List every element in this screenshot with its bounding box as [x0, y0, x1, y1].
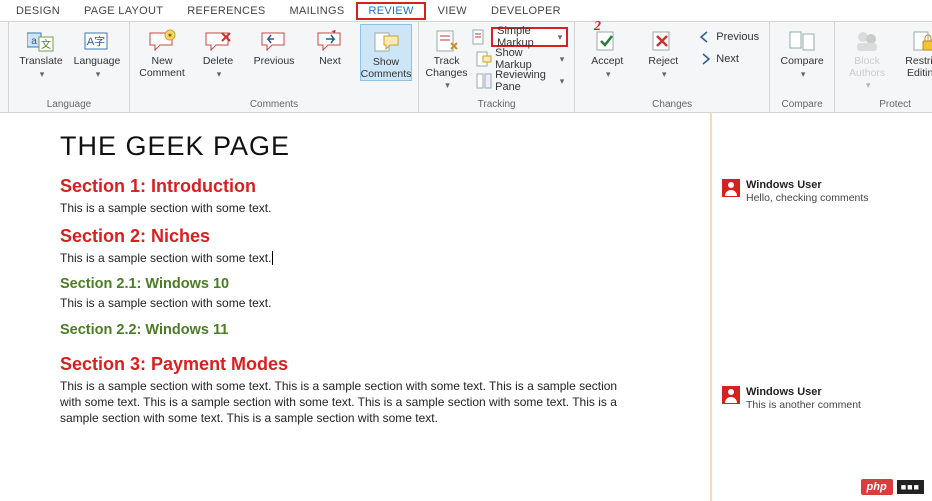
show-comments-button[interactable]: Show Comments: [360, 24, 412, 81]
reviewing-pane-dropdown[interactable]: Reviewing Pane▾: [472, 70, 568, 92]
reviewing-pane-icon: [476, 73, 492, 89]
heading-section-1: Section 1: Introduction: [60, 176, 692, 197]
language-icon: A字: [82, 28, 112, 54]
body-text: This is a sample section with some text.: [60, 250, 620, 266]
group-compare: Compare▾ Compare: [770, 22, 835, 112]
show-markup-icon: [476, 51, 492, 67]
body-text: This is a sample section with some text.: [60, 200, 620, 216]
group-comments: ✶ New Comment Delete▾ Previous: [130, 22, 419, 112]
markup-mode-value: Simple Markup: [497, 25, 552, 49]
markup-mode-dropdown[interactable]: Simple Markup ▾: [472, 26, 568, 48]
group-changes: Accept▾ Reject▾ Previous: [575, 22, 770, 112]
reject-button[interactable]: Reject▾: [637, 24, 689, 79]
next-comment-icon: [315, 28, 345, 54]
heading-section-2-2: Section 2.2: Windows 11: [60, 322, 692, 338]
previous-comment-icon: [259, 28, 289, 54]
previous-comment-button[interactable]: Previous: [248, 24, 300, 68]
avatar-icon: [722, 386, 740, 404]
heading-section-2-1: Section 2.1: Windows 10: [60, 276, 692, 292]
cn-badge: ■■■: [897, 480, 924, 494]
tab-design[interactable]: DESIGN: [4, 2, 72, 20]
body-text: This is a sample section with some text.…: [60, 378, 620, 427]
document-area[interactable]: THE GEEK PAGE Section 1: Introduction Th…: [0, 113, 712, 501]
tab-page-layout[interactable]: PAGE LAYOUT: [72, 2, 175, 20]
tab-review[interactable]: REVIEW: [356, 2, 425, 20]
watermark: php ■■■: [861, 479, 924, 495]
compare-button[interactable]: Compare▾: [776, 24, 828, 79]
comment-text: This is another comment: [746, 399, 861, 411]
svg-text:文: 文: [41, 38, 51, 51]
svg-text:✶: ✶: [167, 31, 174, 40]
comment-item[interactable]: Windows User Hello, checking comments: [712, 173, 932, 210]
comment-text: Hello, checking comments: [746, 192, 869, 204]
block-authors-button: Block Authors▾: [841, 24, 893, 91]
restrict-editing-button[interactable]: Restrict Editing: [897, 24, 932, 79]
previous-change-icon: [697, 29, 713, 45]
next-comment-button[interactable]: Next: [304, 24, 356, 68]
group-label-comments: Comments: [136, 98, 412, 112]
translate-icon: a文: [26, 28, 56, 54]
previous-change-button[interactable]: Previous: [693, 26, 763, 48]
comment-author: Windows User: [746, 386, 861, 398]
reject-icon: [648, 28, 678, 54]
new-comment-icon: ✶: [147, 28, 177, 54]
group-label-changes: Changes: [581, 98, 763, 112]
group-label-tracking: Tracking: [425, 98, 568, 112]
accept-button[interactable]: Accept▾: [581, 24, 633, 79]
group-tracking: Track Changes▾ Simple Markup ▾ Sh: [419, 22, 575, 112]
tab-mailings[interactable]: MAILINGS: [277, 2, 356, 20]
heading-section-2: Section 2: Niches: [60, 226, 692, 247]
compare-icon: [787, 28, 817, 54]
block-authors-icon: [852, 28, 882, 54]
avatar-icon: [722, 179, 740, 197]
group-label-protect: Protect: [841, 98, 932, 112]
markup-mode-icon: [472, 29, 488, 45]
accept-icon: [592, 28, 622, 54]
workspace: THE GEEK PAGE Section 1: Introduction Th…: [0, 113, 932, 501]
group-language: a文 Translate▾ A字 Language▾ Language: [9, 22, 130, 112]
comment-author: Windows User: [746, 179, 869, 191]
heading-section-3: Section 3: Payment Modes: [60, 354, 692, 375]
group-protect: Block Authors▾ Restrict Editing Protect: [835, 22, 932, 112]
translate-button[interactable]: a文 Translate▾: [15, 24, 67, 79]
delete-comment-icon: [203, 28, 233, 54]
language-button[interactable]: A字 Language▾: [71, 24, 123, 79]
ribbon-tabs: DESIGN PAGE LAYOUT REFERENCES MAILINGS R…: [0, 0, 932, 22]
comment-item[interactable]: Windows User This is another comment: [712, 380, 932, 417]
body-text: This is a sample section with some text.: [60, 295, 620, 311]
tab-view[interactable]: VIEW: [426, 2, 479, 20]
show-comments-icon: [371, 29, 401, 55]
show-markup-dropdown[interactable]: Show Markup▾: [472, 48, 568, 70]
delete-comment-button[interactable]: Delete▾: [192, 24, 244, 79]
group-label-language: Language: [15, 98, 123, 112]
page-title: THE GEEK PAGE: [60, 131, 692, 162]
next-change-button[interactable]: Next: [693, 48, 763, 70]
tab-developer[interactable]: DEVELOPER: [479, 2, 573, 20]
chevron-down-icon: ▾: [558, 32, 563, 43]
tab-references[interactable]: REFERENCES: [175, 2, 277, 20]
php-badge: php: [861, 479, 893, 495]
restrict-editing-icon: [908, 28, 932, 54]
new-comment-button[interactable]: ✶ New Comment: [136, 24, 188, 79]
group-label-compare: Compare: [776, 98, 828, 112]
svg-text:a: a: [31, 36, 37, 47]
track-changes-icon: [432, 28, 462, 54]
track-changes-button[interactable]: Track Changes▾: [425, 24, 468, 91]
svg-text:A字: A字: [87, 34, 105, 48]
ribbon: 1 2 a文 Translate▾ A字 Language▾ Language: [0, 22, 932, 113]
next-change-icon: [697, 51, 713, 67]
comments-pane: Windows User Hello, checking comments Wi…: [712, 113, 932, 501]
